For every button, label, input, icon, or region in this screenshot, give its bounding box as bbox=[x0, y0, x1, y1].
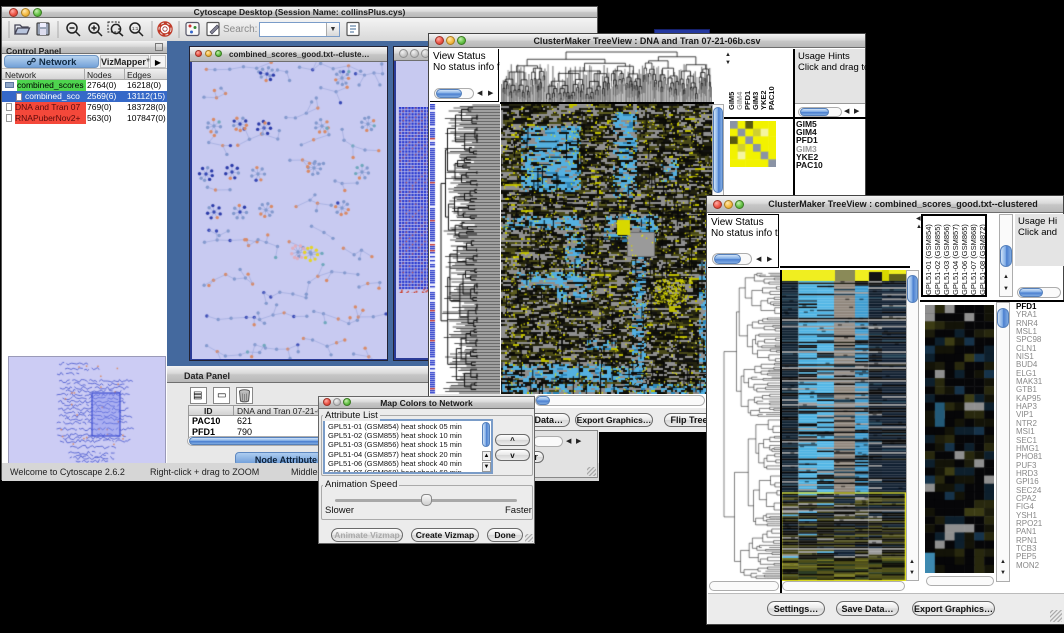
svg-text:1:1: 1:1 bbox=[132, 26, 139, 31]
